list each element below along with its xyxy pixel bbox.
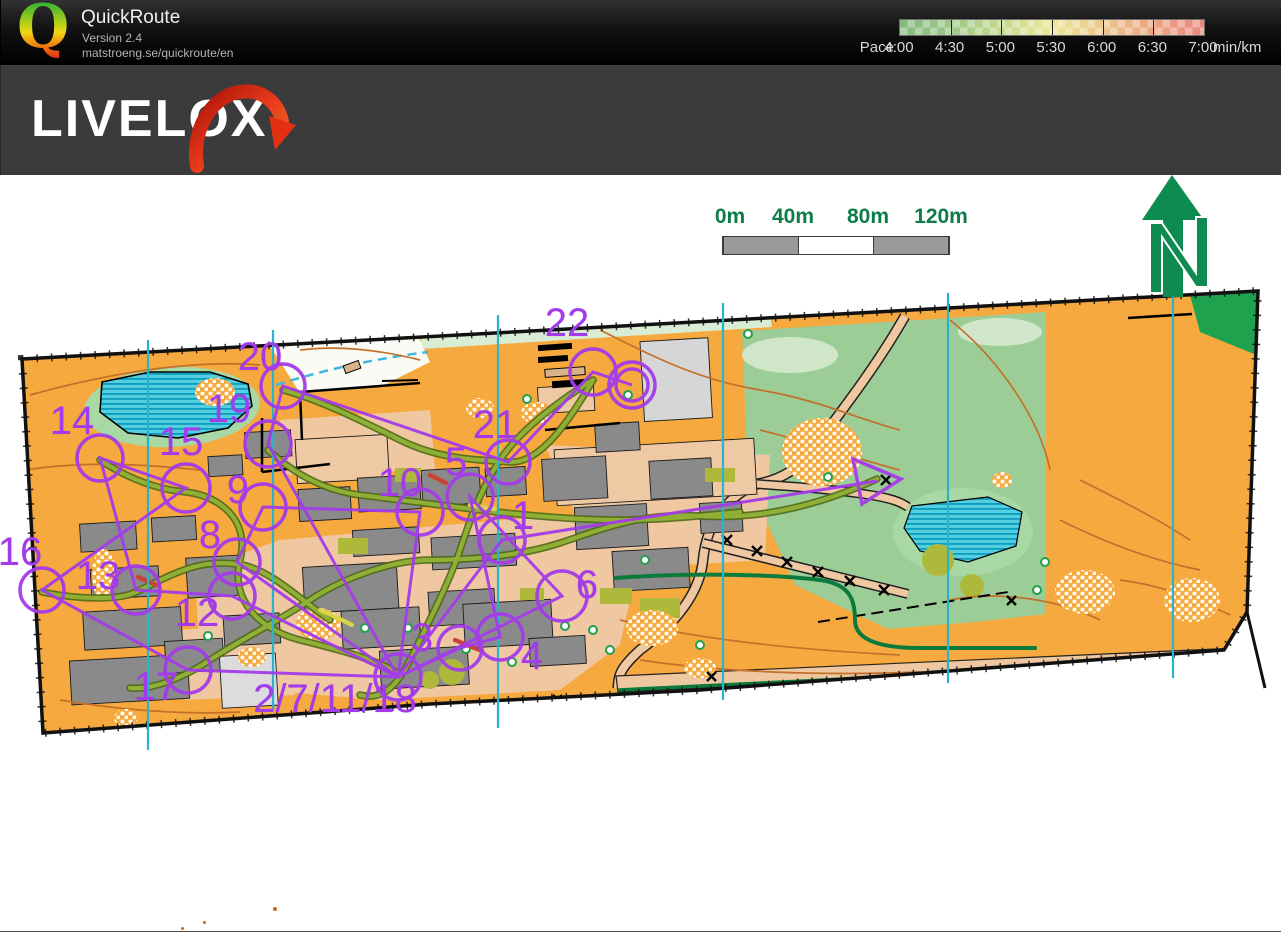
pace-unit-label: min/km <box>1213 39 1261 56</box>
control-number-14: 14 <box>50 401 95 441</box>
control-number-10: 10 <box>378 463 423 503</box>
app-version: Version 2.4 <box>82 31 142 45</box>
map-speck <box>273 907 277 911</box>
control-number-22: 22 <box>545 303 590 343</box>
control-number-6: 6 <box>576 565 598 605</box>
pace-tick-label: 6:00 <box>1087 39 1116 56</box>
map-speck <box>181 927 184 930</box>
north-arrow-icon <box>1142 175 1208 297</box>
scale-strip <box>722 236 950 255</box>
control-number-21: 21 <box>473 405 518 445</box>
pace-tick-label: 4:30 <box>935 39 964 56</box>
pace-tick-label: 4:00 <box>884 39 913 56</box>
pace-gradient-bar <box>899 19 1205 36</box>
scale-segment <box>799 237 873 254</box>
control-number-15: 15 <box>159 422 204 462</box>
control-number-4: 4 <box>521 636 543 676</box>
control-number-8: 8 <box>199 515 221 555</box>
scale-label: 0m <box>715 205 745 229</box>
control-number-16: 16 <box>0 532 42 572</box>
control-number-19: 19 <box>207 389 252 429</box>
control-number-5: 5 <box>445 442 467 482</box>
pace-tick-label: 6:30 <box>1138 39 1167 56</box>
map-scale-bar: 0m40m80m120m <box>722 201 950 265</box>
pace-tick-label: 5:30 <box>1036 39 1065 56</box>
control-number-2-7-11-18: 2/7/11/18 <box>253 679 417 719</box>
pace-tickmark <box>1001 20 1002 35</box>
app-title: QuickRoute <box>81 7 180 29</box>
pace-tickmark <box>1153 20 1154 35</box>
scale-label: 40m <box>772 205 814 229</box>
control-number-9: 9 <box>227 470 249 510</box>
scale-label: 120m <box>914 205 968 229</box>
livelox-arrow-icon <box>183 70 303 175</box>
quickroute-logo-icon: Q <box>17 0 69 60</box>
control-number-12: 12 <box>175 593 220 633</box>
map-speck <box>203 921 206 924</box>
scale-segment <box>873 237 949 254</box>
app-url[interactable]: matstroeng.se/quickroute/en <box>82 46 233 60</box>
control-number-3: 3 <box>411 618 433 658</box>
control-number-1: 1 <box>512 496 534 536</box>
pace-tickmark <box>951 20 952 35</box>
map-canvas[interactable]: 0m 40m 80m 120m 22 20 19 14 15 215 10 9 1 8 16 13 6 12 3 4… <box>0 175 1281 931</box>
pace-tick-label: 5:00 <box>986 39 1015 56</box>
control-number-17: 17 <box>134 667 179 707</box>
pace-tickmark <box>1103 20 1104 35</box>
orienteering-map <box>0 175 1281 931</box>
app-header: Q QuickRoute Version 2.4 matstroeng.se/q… <box>0 0 1281 65</box>
livelox-banner[interactable]: LIVELOX <box>0 65 1281 175</box>
quickroute-window: Q QuickRoute Version 2.4 matstroeng.se/q… <box>0 0 1281 932</box>
scale-label: 80m <box>847 205 889 229</box>
pace-tickmark <box>1052 20 1053 35</box>
pace-tick-labels: 4:004:305:005:306:006:307:00 <box>899 39 1204 55</box>
control-number-13: 13 <box>76 556 121 596</box>
control-number-20: 20 <box>238 337 283 377</box>
scale-segment <box>723 237 799 254</box>
